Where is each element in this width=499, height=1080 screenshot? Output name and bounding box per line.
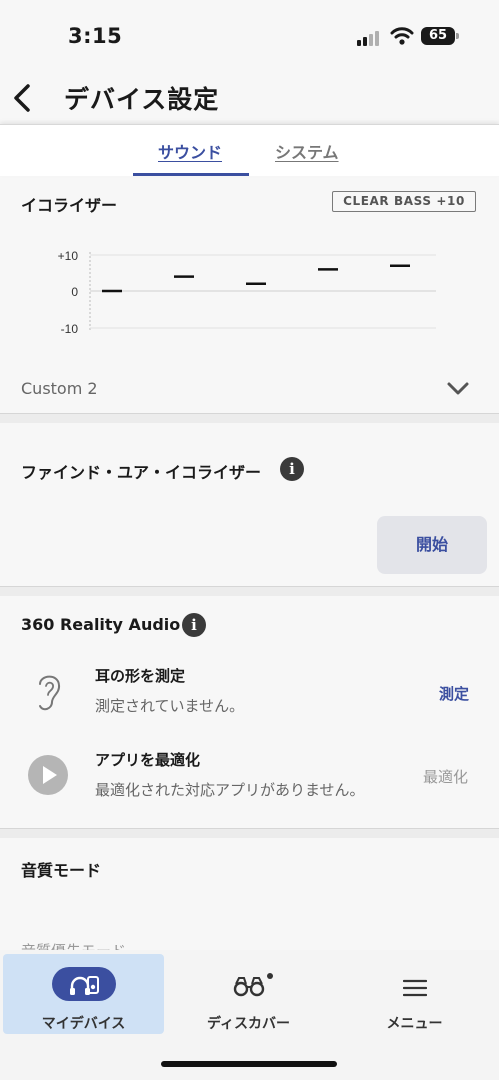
app-optimize-status: 最適化された対応アプリがありません。	[95, 781, 365, 799]
tab-indicator	[133, 173, 249, 176]
find-your-eq-title: ファインド・ユア・イコライザー	[21, 463, 262, 482]
menu-icon	[403, 979, 427, 997]
preset-selector[interactable]: Custom 2	[0, 365, 499, 413]
chevron-down-icon	[447, 382, 469, 395]
tab-system[interactable]: システム	[275, 139, 339, 163]
reality-audio-title: 360 Reality Audio	[21, 615, 181, 634]
signal-icon	[357, 30, 383, 46]
nav-discover[interactable]: ディスカバー	[168, 954, 329, 1034]
nav-my-device[interactable]: マイデバイス	[3, 954, 164, 1034]
battery-icon: 65	[421, 27, 459, 45]
section-divider	[0, 413, 499, 423]
info-icon[interactable]: i	[182, 613, 206, 637]
preset-label: Custom 2	[21, 379, 98, 398]
tab-sound[interactable]: サウンド	[158, 139, 222, 163]
status-time: 3:15	[68, 24, 123, 48]
home-indicator	[161, 1061, 337, 1067]
sound-quality-title: 音質モード	[21, 861, 102, 880]
clear-bass-badge: CLEAR BASS +10	[332, 191, 476, 212]
nav-pill	[52, 967, 116, 1001]
nav-label: ディスカバー	[206, 1016, 291, 1032]
nav-label: マイデバイス	[41, 1016, 126, 1032]
device-settings-screen: 3:15 65 デバイス設定 サウンド システム イコライザー CLEAR BA…	[0, 0, 499, 1080]
status-bar: 3:15 65	[0, 0, 499, 72]
nav-label: メニュー	[386, 1016, 443, 1032]
headphones-icon	[70, 976, 99, 995]
eq-tick-label: 0	[71, 285, 78, 299]
optimize-button: 最適化	[423, 768, 469, 786]
measure-button[interactable]: 測定	[439, 683, 469, 704]
equalizer-chart[interactable]: +10 0 -10	[50, 240, 450, 340]
ear-measure-title: 耳の形を測定	[95, 667, 186, 685]
binoculars-icon	[233, 973, 273, 997]
eq-tick-label: -10	[61, 322, 79, 336]
wifi-icon	[390, 27, 414, 45]
section-divider	[0, 828, 499, 838]
start-button[interactable]: 開始	[377, 516, 487, 574]
tab-bar: サウンド システム	[0, 124, 499, 176]
section-divider	[0, 586, 499, 596]
header: デバイス設定	[0, 72, 499, 126]
app-optimize-title: アプリを最適化	[95, 751, 201, 769]
equalizer-title: イコライザー	[21, 196, 118, 215]
back-chevron-icon[interactable]	[8, 80, 38, 116]
ear-measure-status: 測定されていません。	[95, 697, 245, 715]
eq-tick-label: +10	[58, 249, 79, 263]
info-icon[interactable]: i	[280, 457, 304, 481]
play-icon	[28, 755, 68, 795]
ear-icon	[39, 675, 61, 711]
nav-menu[interactable]: メニュー	[333, 954, 496, 1034]
page-title: デバイス設定	[64, 85, 220, 114]
